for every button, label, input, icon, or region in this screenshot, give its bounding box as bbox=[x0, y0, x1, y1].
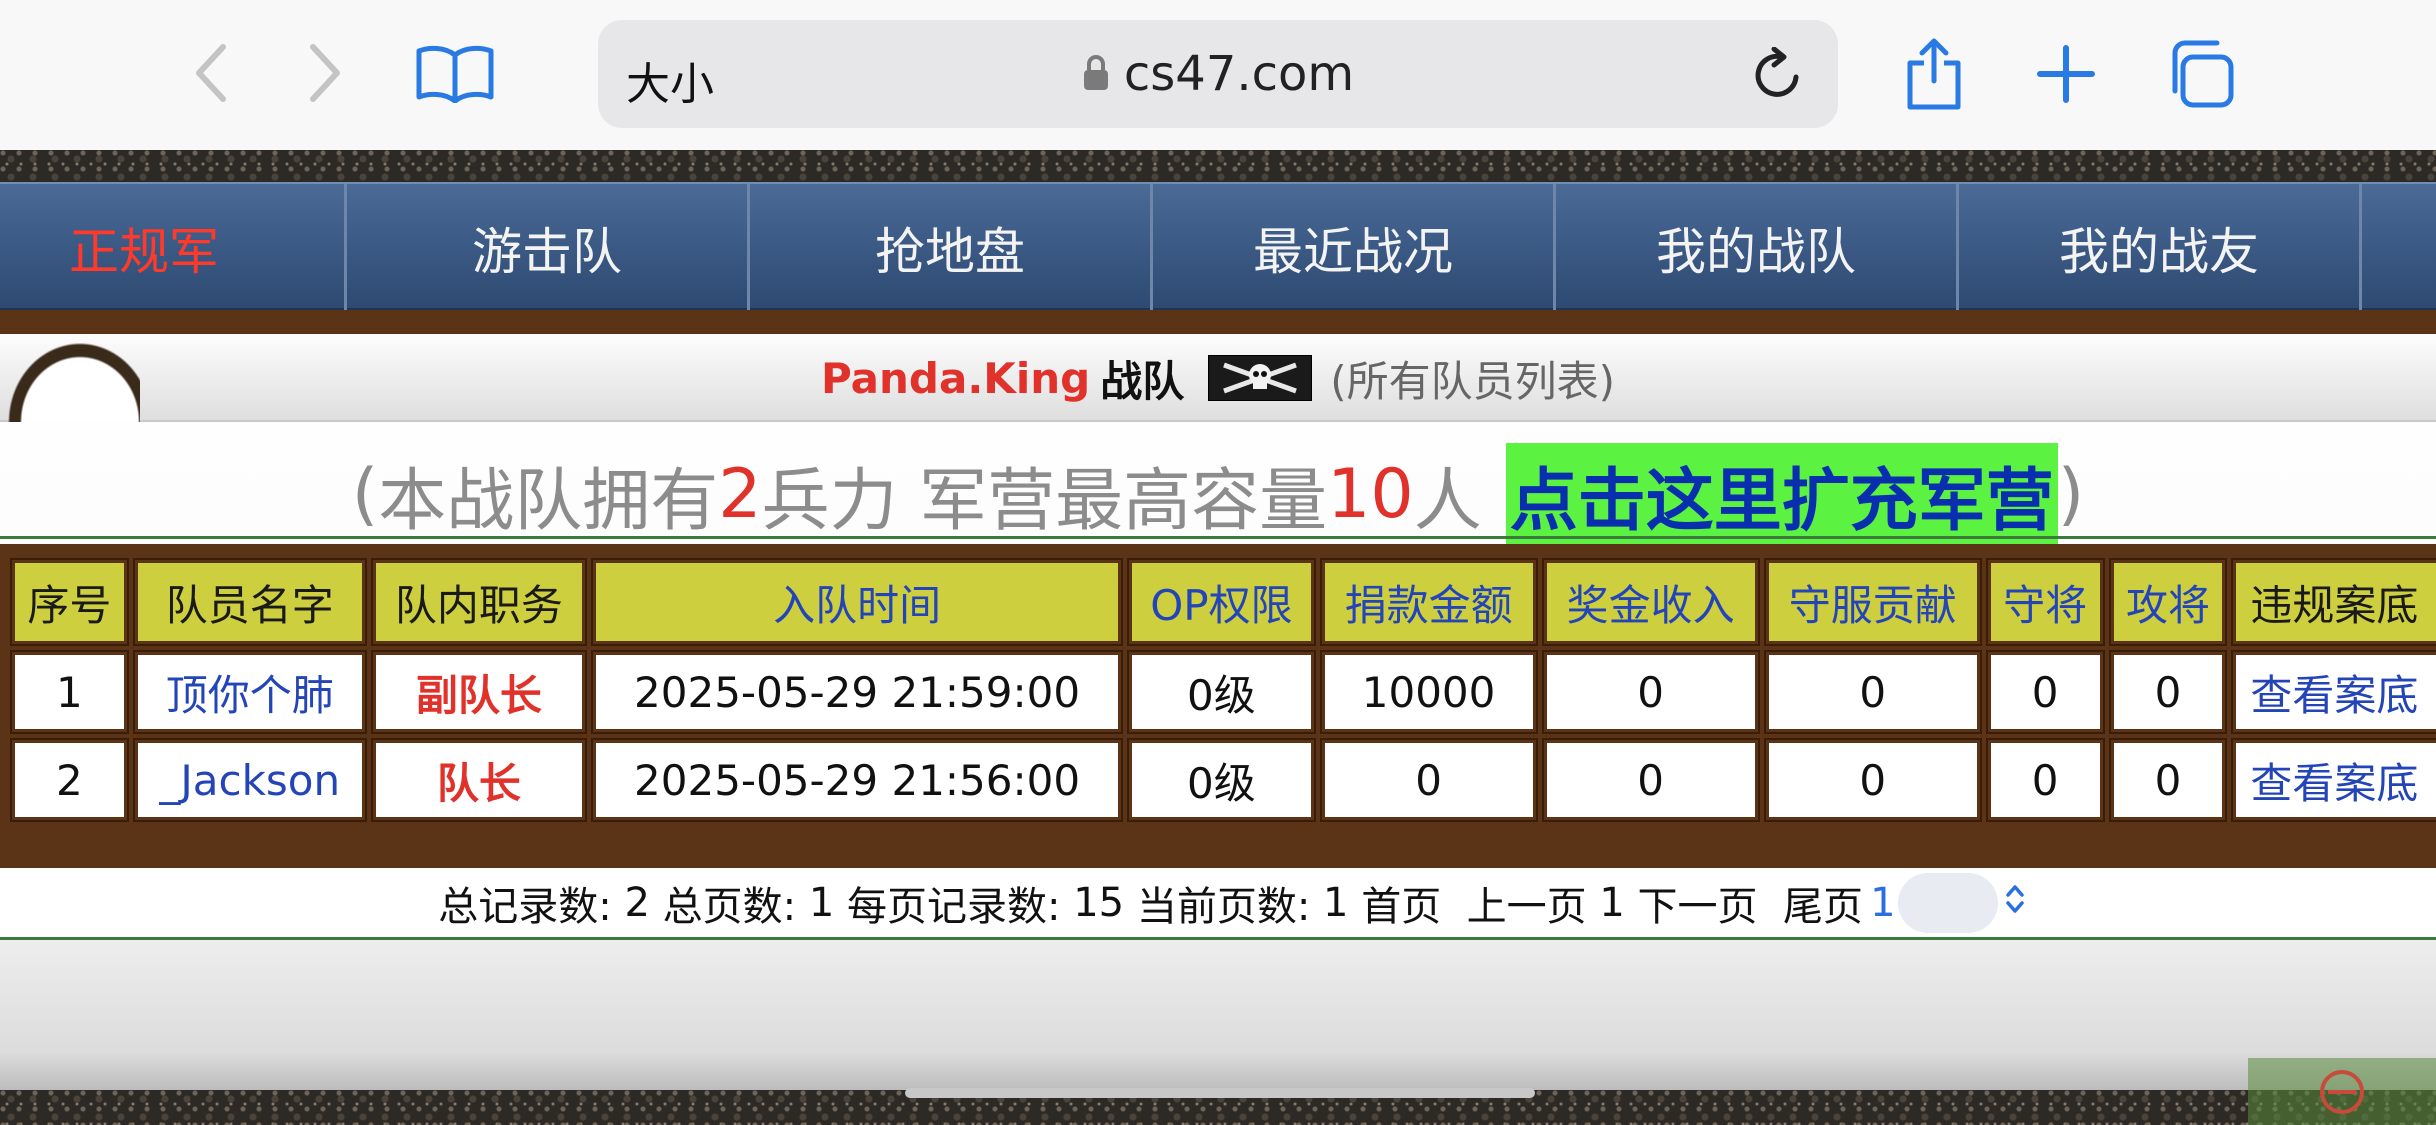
cell-donation: 0 bbox=[1319, 738, 1538, 822]
current-page: 1 bbox=[1323, 879, 1349, 926]
lock-icon bbox=[1082, 48, 1110, 104]
nav-item-my-friends[interactable]: 我的战友 bbox=[1959, 184, 2362, 312]
nav-item-regular-army[interactable]: 正规军 bbox=[0, 184, 347, 312]
barracks-capacity: 10 bbox=[1327, 454, 1414, 534]
cell-role: 副队长 bbox=[370, 650, 587, 734]
cell-index: 1 bbox=[10, 650, 129, 734]
nav-item-territory[interactable]: 抢地盘 bbox=[750, 184, 1153, 312]
cell-join-time: 2025-05-29 21:59:00 bbox=[590, 650, 1124, 734]
frame-strip bbox=[0, 310, 2436, 334]
per-page-label: 每页记录数: bbox=[834, 883, 1074, 930]
nav-item-guerrilla[interactable]: 游击队 bbox=[347, 184, 750, 312]
cell-join-time: 2025-05-29 21:56:00 bbox=[590, 738, 1124, 822]
soldier-count: 2 bbox=[718, 454, 762, 534]
col-header-bonus[interactable]: 奖金收入 bbox=[1541, 558, 1760, 646]
col-header-index: 序号 bbox=[10, 558, 129, 646]
col-header-op-level[interactable]: OP权限 bbox=[1127, 558, 1316, 646]
back-icon[interactable] bbox=[176, 38, 246, 108]
page-select[interactable]: 1 bbox=[1870, 872, 2025, 933]
stats-unit: 人 bbox=[1413, 461, 1482, 541]
cell-bonus: 0 bbox=[1541, 650, 1760, 734]
member-table: 序号 队员名字 队内职务 入队时间 OP权限 捐款金额 奖金收入 守服贡献 守将… bbox=[4, 552, 2436, 828]
total-pages: 1 bbox=[808, 879, 835, 926]
cell-attacker: 0 bbox=[2108, 650, 2228, 734]
forward-icon[interactable] bbox=[290, 38, 360, 108]
team-title: Panda.King 战队 (所有队员列表) bbox=[0, 334, 2436, 422]
page-select-value: 1 bbox=[1870, 879, 1896, 926]
url-text: cs47.com bbox=[1123, 46, 1355, 102]
team-subtitle: (所有队员列表) bbox=[1330, 356, 1615, 406]
watermark-logo bbox=[2248, 1058, 2436, 1125]
reload-icon[interactable] bbox=[1748, 44, 1808, 104]
member-name-link[interactable]: 顶你个肺 bbox=[132, 650, 367, 734]
team-name: Panda.King bbox=[821, 353, 1091, 403]
prev-page-link[interactable]: 上一页 bbox=[1454, 874, 1599, 932]
pagination: 总记录数: 2 总页数: 1 每页记录数: 15 当前页数: 1 首页 上一页 … bbox=[0, 868, 2436, 940]
stats-close-paren: ) bbox=[2057, 454, 2085, 534]
cell-defense: 0 bbox=[1763, 738, 1982, 822]
col-header-violations: 违规案底 bbox=[2231, 558, 2436, 646]
site-nav: 正规军 游击队 抢地盘 最近战况 我的战队 我的战友 bbox=[0, 182, 2436, 312]
table-header-row: 序号 队员名字 队内职务 入队时间 OP权限 捐款金额 奖金收入 守服贡献 守将… bbox=[10, 558, 2436, 646]
table-row: 2 _Jackson 队长 2025-05-29 21:56:00 0级 0 0… bbox=[10, 738, 2436, 822]
col-header-attacker[interactable]: 攻将 bbox=[2108, 558, 2228, 646]
nav-item-recent-battles[interactable]: 最近战况 bbox=[1153, 184, 1556, 312]
skull-crossbones-icon bbox=[1208, 355, 1313, 401]
background-texture bbox=[0, 150, 2436, 184]
cell-op-level: 0级 bbox=[1127, 738, 1316, 822]
cell-defender: 0 bbox=[1985, 738, 2105, 822]
per-page: 15 bbox=[1073, 879, 1125, 926]
last-page-link[interactable]: 尾页 bbox=[1770, 874, 1875, 932]
cell-role: 队长 bbox=[370, 738, 587, 822]
member-table-frame: 序号 队员名字 队内职务 入队时间 OP权限 捐款金额 奖金收入 守服贡献 守将… bbox=[0, 544, 2436, 868]
horizontal-scrollbar[interactable] bbox=[905, 1088, 1535, 1098]
total-pages-label: 总页数: bbox=[649, 883, 809, 930]
next-page-link[interactable]: 下一页 bbox=[1625, 874, 1770, 932]
tabs-icon[interactable] bbox=[2162, 36, 2238, 112]
url-display[interactable]: cs47.com bbox=[598, 46, 1838, 104]
page-number-link[interactable]: 1 bbox=[1599, 880, 1624, 926]
stats-open-paren: ( bbox=[351, 454, 379, 534]
bookmarks-icon[interactable] bbox=[410, 38, 500, 108]
cell-defender: 0 bbox=[1985, 650, 2105, 734]
browser-toolbar: 大小 cs47.com bbox=[0, 0, 2436, 150]
col-header-donation[interactable]: 捐款金额 bbox=[1319, 558, 1538, 646]
cell-bonus: 0 bbox=[1541, 738, 1760, 822]
col-header-defender[interactable]: 守将 bbox=[1985, 558, 2105, 646]
stats-mid: 兵力 军营最高容量 bbox=[761, 461, 1328, 541]
team-suffix: 战队 bbox=[1100, 356, 1185, 406]
stats-prefix: 本战队拥有 bbox=[378, 461, 719, 541]
main-content: Panda.King 战队 (所有队员列表) ( 本战队拥有 2 兵力 军营最高… bbox=[0, 334, 2436, 1090]
view-violations-link[interactable]: 查看案底 bbox=[2231, 738, 2436, 822]
chevron-updown-icon bbox=[1904, 834, 2026, 972]
first-page-link[interactable]: 首页 bbox=[1348, 874, 1453, 932]
cell-op-level: 0级 bbox=[1127, 650, 1316, 734]
col-header-defense[interactable]: 守服贡献 bbox=[1763, 558, 1982, 646]
total-records-label: 总记录数: bbox=[438, 883, 625, 930]
cell-donation: 10000 bbox=[1319, 650, 1538, 734]
col-header-role: 队内职务 bbox=[370, 558, 587, 646]
title-band: Panda.King 战队 (所有队员列表) bbox=[0, 334, 2436, 422]
expand-barracks-link[interactable]: 点击这里扩充军营 bbox=[1505, 442, 2058, 546]
view-violations-link[interactable]: 查看案底 bbox=[2231, 650, 2436, 734]
divider bbox=[0, 536, 2436, 539]
cell-attacker: 0 bbox=[2108, 738, 2228, 822]
col-header-join-time[interactable]: 入队时间 bbox=[590, 558, 1124, 646]
cell-index: 2 bbox=[10, 738, 129, 822]
share-icon[interactable] bbox=[1896, 36, 1972, 112]
address-bar[interactable]: 大小 cs47.com bbox=[598, 20, 1838, 128]
member-name-link[interactable]: _Jackson bbox=[132, 738, 367, 822]
col-header-name: 队员名字 bbox=[132, 558, 367, 646]
table-row: 1 顶你个肺 副队长 2025-05-29 21:59:00 0级 10000 … bbox=[10, 650, 2436, 734]
current-page-label: 当前页数: bbox=[1124, 883, 1324, 930]
cell-defense: 0 bbox=[1763, 650, 1982, 734]
new-tab-icon[interactable] bbox=[2028, 36, 2104, 112]
nav-item-my-team[interactable]: 我的战队 bbox=[1556, 184, 1959, 312]
total-records: 2 bbox=[624, 879, 650, 926]
